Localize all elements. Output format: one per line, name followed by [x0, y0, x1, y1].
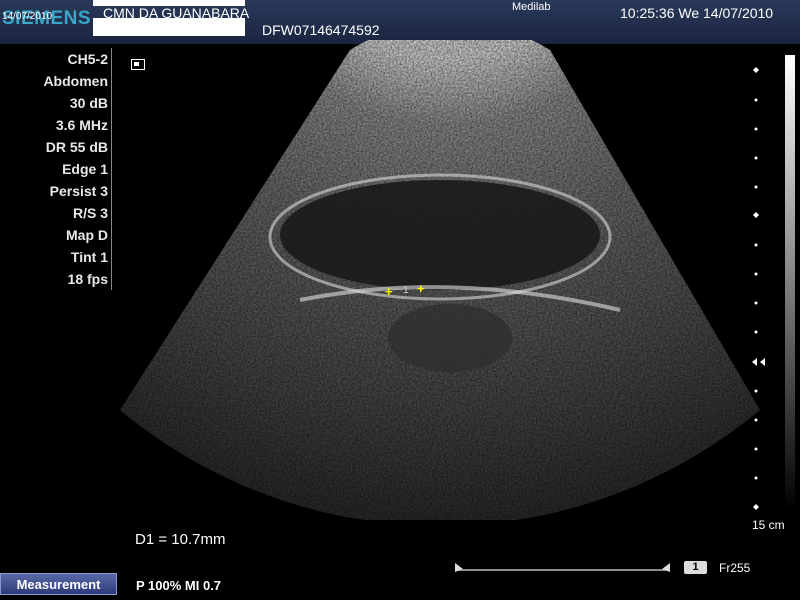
measurement-button[interactable]: Measurement — [0, 573, 117, 595]
measurement-result: D1 = 10.7mm — [135, 531, 226, 548]
prostate-region — [388, 304, 512, 372]
fan-sector — [120, 40, 760, 520]
cine-slider[interactable] — [455, 563, 670, 572]
caliper-start-marker: + — [385, 284, 393, 299]
ultrasound-image: + + 1 — [120, 40, 765, 572]
depth-scale-markers — [752, 67, 765, 510]
bladder-lumen — [280, 180, 600, 290]
caliper-label: 1 — [403, 285, 409, 296]
caliper-end-marker: + — [417, 281, 425, 296]
power-readout: P 100% MI 0.7 — [136, 578, 222, 593]
focus-marker — [752, 358, 765, 366]
frame-counter: Fr255 — [719, 561, 751, 575]
cine-index: 1 — [684, 561, 707, 574]
grayscale-bar — [785, 55, 795, 510]
depth-label: 15 cm — [752, 518, 785, 532]
